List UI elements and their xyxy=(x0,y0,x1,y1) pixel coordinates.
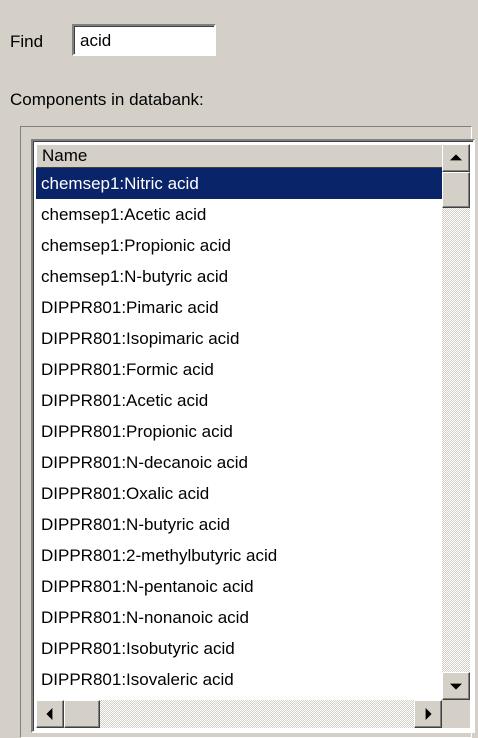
list-item[interactable]: DIPPR801:Isopimaric acid xyxy=(36,323,444,354)
list-item[interactable]: chemsep1:Propionic acid xyxy=(36,230,444,261)
list-item[interactable]: DIPPR801:N-nonanoic acid xyxy=(36,602,444,633)
list-item[interactable]: DIPPR801:Formic acid xyxy=(36,354,444,385)
list-item[interactable]: DIPPR801:Isobutyric acid xyxy=(36,633,444,664)
list-item[interactable]: chemsep1:Acetic acid xyxy=(36,199,444,230)
list-item[interactable]: DIPPR801:N-butyric acid xyxy=(36,509,444,540)
list-item[interactable]: DIPPR801:Oxalic acid xyxy=(36,478,444,509)
arrow-right-icon xyxy=(425,708,432,720)
horizontal-scrollbar[interactable] xyxy=(36,700,442,728)
scrollbar-corner xyxy=(442,700,470,728)
vertical-scroll-thumb[interactable] xyxy=(442,172,470,208)
list-item[interactable]: chemsep1:N-butyric acid xyxy=(36,261,444,292)
find-label: Find xyxy=(10,32,44,51)
list-item[interactable]: DIPPR801:Isovaleric acid xyxy=(36,664,444,695)
list-item[interactable]: DIPPR801:2-methylbutyric acid xyxy=(36,540,444,571)
scroll-right-button[interactable] xyxy=(414,700,442,728)
arrow-left-icon xyxy=(46,708,53,720)
list-item[interactable]: DIPPR801:N-pentanoic acid xyxy=(36,571,444,602)
components-list[interactable]: Name chemsep1:Nitric acid chemsep1:Aceti… xyxy=(31,139,475,733)
list-item[interactable]: DIPPR801:Pimaric acid xyxy=(36,292,444,323)
horizontal-scroll-thumb[interactable] xyxy=(64,700,100,728)
list-item[interactable]: chemsep1:Nitric acid xyxy=(36,168,444,199)
scroll-down-button[interactable] xyxy=(442,672,470,700)
list-item[interactable]: DIPPR801:N-decanoic acid xyxy=(36,447,444,478)
arrow-up-icon xyxy=(450,154,462,161)
list-item[interactable]: DIPPR801:Acetic acid xyxy=(36,385,444,416)
find-input[interactable]: acid xyxy=(72,24,216,56)
scroll-left-button[interactable] xyxy=(36,700,64,728)
arrow-down-icon xyxy=(450,683,462,690)
list-rows: chemsep1:Nitric acid chemsep1:Acetic aci… xyxy=(36,168,444,700)
vertical-scrollbar[interactable] xyxy=(442,144,470,700)
column-header-name[interactable]: Name xyxy=(36,144,444,168)
list-item[interactable]: DIPPR801:Propionic acid xyxy=(36,416,444,447)
scroll-up-button[interactable] xyxy=(442,144,470,172)
components-label: Components in databank: xyxy=(10,90,204,109)
